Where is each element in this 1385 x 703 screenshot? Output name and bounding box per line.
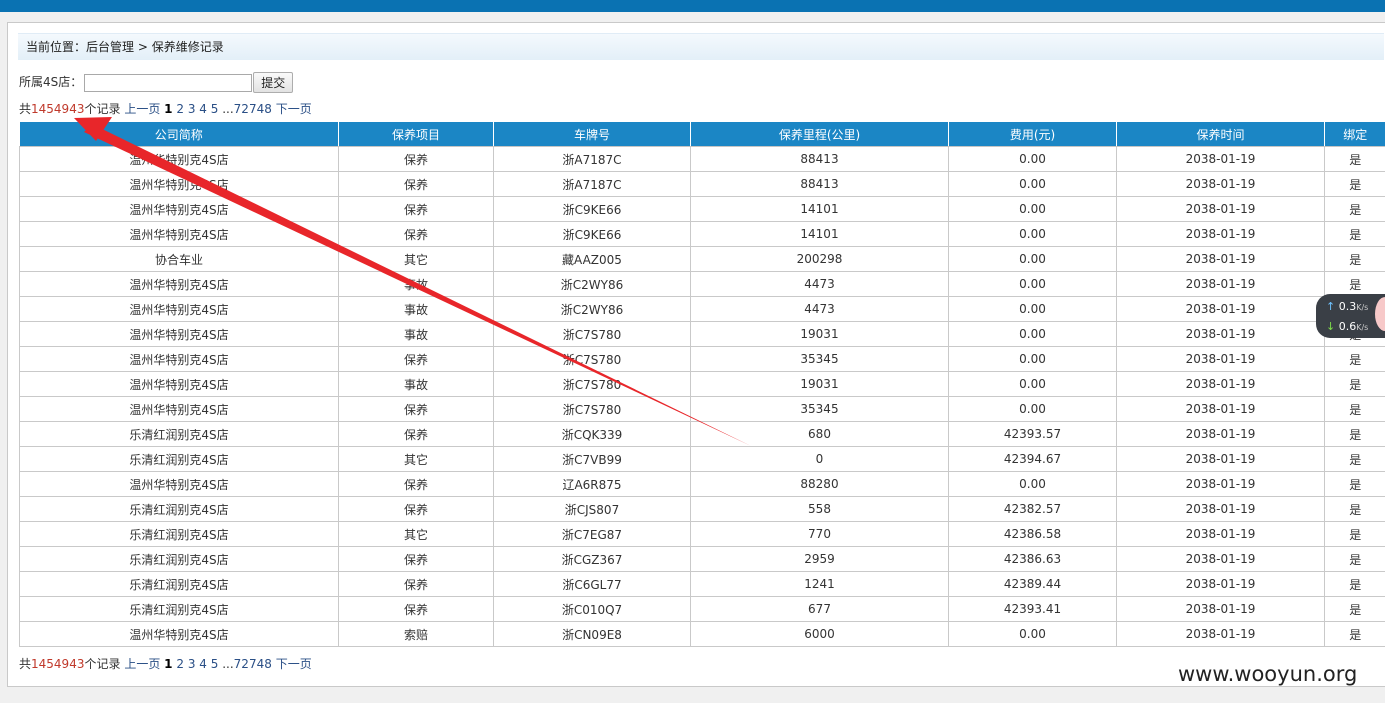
download-arrow-icon: ↓ <box>1326 320 1336 333</box>
mascot-icon <box>1375 297 1385 331</box>
upload-unit: K/s <box>1356 303 1369 312</box>
watermark: www.wooyun.org <box>1178 662 1358 686</box>
upload-arrow-icon: ↑ <box>1326 300 1336 313</box>
annotation-arrow-shaft <box>84 124 751 446</box>
network-speed-widget[interactable]: ↑ 0.3K/s ↓ 0.6K/s <box>1316 294 1385 338</box>
upload-value: 0.3 <box>1338 300 1357 313</box>
download-value: 0.6 <box>1338 320 1357 333</box>
download-unit: K/s <box>1356 323 1369 332</box>
download-speed: ↓ 0.6K/s <box>1326 321 1368 334</box>
annotation-arrow <box>74 117 751 446</box>
upload-speed: ↑ 0.3K/s <box>1326 301 1368 314</box>
